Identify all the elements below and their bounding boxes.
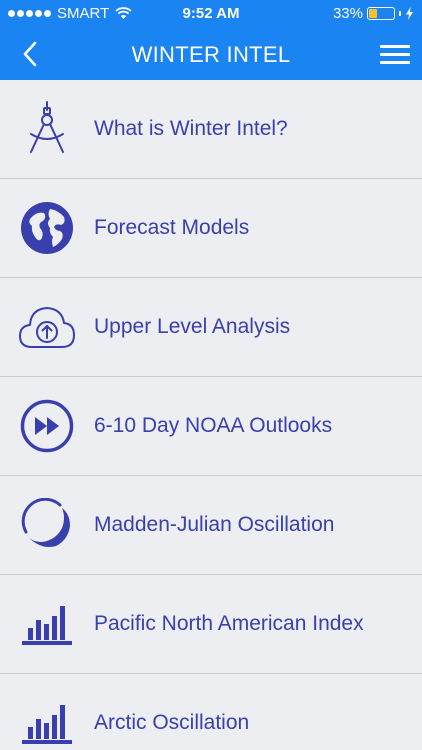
battery-percent: 33% xyxy=(332,5,363,22)
status-right: 33% xyxy=(333,5,414,22)
menu-item-label: What is Winter Intel? xyxy=(94,117,288,140)
menu-item-label: Forecast Models xyxy=(94,216,250,239)
menu-list: What is Winter Intel? Forecast Models Up… xyxy=(0,80,422,750)
fast-forward-circle-icon xyxy=(18,397,76,455)
cloud-upload-icon xyxy=(18,298,76,356)
status-bar: SMART 9:52 AM 33% xyxy=(0,0,422,28)
menu-item-label: Arctic Oscillation xyxy=(94,711,250,734)
bar-chart-icon xyxy=(18,595,76,653)
page-title: WINTER INTEL xyxy=(131,42,291,67)
menu-line xyxy=(380,60,410,64)
menu-item-noaa-outlooks[interactable]: 6-10 Day NOAA Outlooks xyxy=(0,377,422,476)
navigation-bar: WINTER INTEL xyxy=(0,28,422,80)
charging-bolt-icon xyxy=(406,7,413,20)
battery-level xyxy=(369,9,377,18)
menu-line xyxy=(380,52,410,56)
menu-item-what-is-winter-intel[interactable]: What is Winter Intel? xyxy=(0,80,422,179)
battery-tip xyxy=(399,11,401,16)
menu-item-arctic-oscillation[interactable]: Arctic Oscillation xyxy=(0,674,422,750)
menu-item-madden-julian-oscillation[interactable]: Madden-Julian Oscillation xyxy=(0,476,422,575)
menu-item-label: 6-10 Day NOAA Outlooks xyxy=(94,414,333,437)
menu-item-upper-level-analysis[interactable]: Upper Level Analysis xyxy=(0,278,422,377)
menu-item-label: Madden-Julian Oscillation xyxy=(94,513,335,536)
menu-line xyxy=(380,44,410,48)
bar-chart-icon xyxy=(18,694,76,750)
oscillation-arcs-icon xyxy=(18,496,76,554)
menu-item-forecast-models[interactable]: Forecast Models xyxy=(0,179,422,278)
menu-item-label: Upper Level Analysis xyxy=(94,315,291,338)
globe-icon xyxy=(18,199,76,257)
hamburger-menu-button[interactable] xyxy=(380,40,410,68)
compass-drafting-icon xyxy=(18,100,76,158)
menu-item-label: Pacific North American Index xyxy=(94,612,364,635)
battery-icon xyxy=(367,7,395,20)
menu-item-pacific-north-american-index[interactable]: Pacific North American Index xyxy=(0,575,422,674)
